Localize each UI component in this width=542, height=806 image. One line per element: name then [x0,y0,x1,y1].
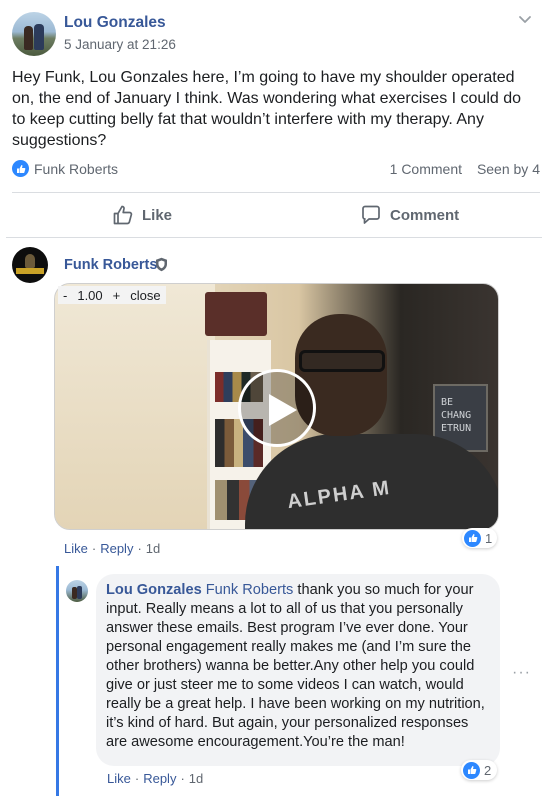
thumbs-up-icon [113,205,133,225]
shield-icon [156,257,167,272]
comment-icon [362,205,380,224]
zoom-control: - 1.00 + close [58,286,166,304]
reply-thread-line [56,566,59,796]
reply-mention[interactable]: Funk Roberts [206,582,294,598]
like-button[interactable]: Like [112,203,172,227]
play-icon [269,394,297,426]
divider [12,192,540,193]
play-button[interactable] [238,369,316,447]
separator: · [91,541,97,556]
reply-reaction-badge[interactable]: 2 [461,760,498,780]
post-header: Lou Gonzales 5 January at 21:26 [12,12,532,56]
seen-by[interactable]: Seen by 4 [477,161,540,177]
post-body-text: Hey Funk, Lou Gonzales here, I’m going t… [12,69,522,149]
zoom-value: 1.00 [77,287,103,303]
zoom-close-button[interactable]: close [125,288,165,303]
video-reaction-count: 1 [485,530,493,546]
separator: · [137,541,142,556]
reply-author-avatar[interactable] [66,580,88,602]
reply-text: thank you so much for your input. Really… [106,582,485,750]
separator: · [134,771,140,786]
comment-author-name[interactable]: Funk Roberts [64,257,157,273]
comment-reply-link[interactable]: Reply [100,541,133,556]
reply-age[interactable]: 1d [189,771,203,786]
comments-count[interactable]: 1 Comment [390,161,462,177]
reply-actions: Like · Reply · 1d [107,771,203,786]
like-button-label: Like [142,206,173,224]
comment-age[interactable]: 1d [146,541,160,556]
comment-button[interactable]: Comment [360,203,459,227]
author-avatar[interactable] [12,12,56,56]
post-author-name[interactable]: Lou Gonzales [64,14,166,32]
comment-like-link[interactable]: Like [64,541,88,556]
zoom-in-button[interactable]: + [108,288,126,303]
comment-button-label: Comment [390,206,460,224]
post-timestamp[interactable]: 5 January at 21:26 [64,37,176,52]
comment-actions: Like · Reply · 1d [64,541,160,556]
comment-video[interactable]: BE CHANG ETRUN ALPHA M [54,283,499,530]
commenter-avatar[interactable] [12,247,48,283]
divider [6,237,542,238]
chevron-down-icon[interactable] [518,12,532,26]
like-badge-icon [464,529,481,547]
reply-reaction-count: 2 [484,762,492,778]
video-reaction-badge[interactable]: 1 [462,528,498,548]
reactions-summary: Funk Roberts 1 Comment Seen by 4 [12,159,540,179]
reply-bubble: Lou Gonzales Funk Roberts thank you so m… [96,574,500,766]
zoom-out-button[interactable]: - [58,288,72,303]
reply-author-name[interactable]: Lou Gonzales [106,582,202,598]
like-badge-icon [463,761,480,779]
reaction-people[interactable]: Funk Roberts [34,161,118,177]
separator: · [180,771,185,786]
reply-like-link[interactable]: Like [107,771,131,786]
reply-options-icon[interactable]: ··· [512,664,531,682]
like-badge-icon[interactable] [12,160,29,177]
reply-reply-link[interactable]: Reply [143,771,176,786]
